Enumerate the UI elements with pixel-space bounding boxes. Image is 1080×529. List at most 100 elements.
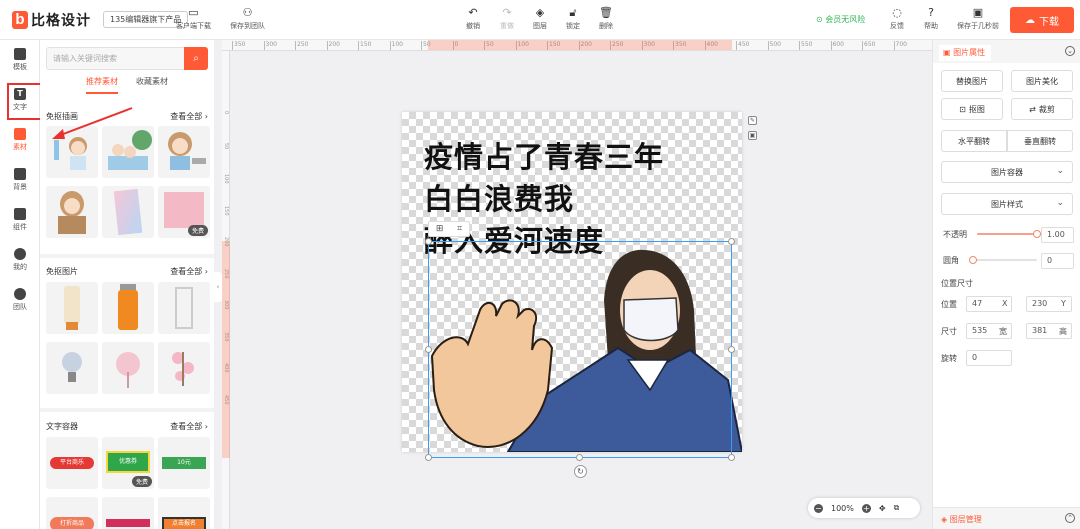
redo-button[interactable]: ↷ 重做 — [500, 6, 514, 31]
logo-mark: b — [12, 10, 28, 29]
rail-item-template[interactable]: 模板 — [0, 48, 40, 72]
flip-vertical-button[interactable]: 垂直翻转 — [1007, 130, 1073, 152]
help-button[interactable]: ? 帮助 — [924, 6, 938, 31]
ruler-tick-label: 50 — [223, 142, 229, 149]
rail-item-component[interactable]: 组件 — [0, 208, 40, 232]
canvas-text-line-2[interactable]: 白白浪费我 — [424, 182, 574, 216]
search-icon[interactable]: ⌕ — [184, 47, 208, 70]
background-icon — [14, 168, 26, 180]
download-button[interactable]: ☁ 下载 — [1010, 7, 1074, 33]
image-container-select[interactable]: 图片容器 ⌄ — [941, 161, 1073, 183]
opacity-slider-knob[interactable] — [1033, 230, 1041, 238]
expand-layers-icon[interactable]: ⌃ — [1065, 513, 1075, 523]
illustration-thumb-3[interactable] — [158, 126, 210, 178]
resize-handle-top-left[interactable] — [425, 238, 432, 245]
container-thumb-6[interactable]: 点击报名 — [158, 497, 210, 529]
resize-handle-bottom[interactable] — [576, 454, 583, 461]
replace-image-icon[interactable]: ⊞ — [436, 224, 444, 234]
flip-horizontal-button[interactable]: 水平翻转 — [941, 130, 1007, 152]
properties-panel: ▣ 图片属性 ⌄ 替换图片 图片美化 ⊡ 抠图 ⇄ 裁剪 水平翻转 垂直翻转 图片容… — [932, 40, 1080, 529]
container-thumb-3[interactable]: 10元 — [158, 437, 210, 489]
replace-image-button[interactable]: 替换图片 — [941, 70, 1003, 92]
image-thumb-1[interactable] — [46, 282, 98, 334]
resize-handle-bottom-right[interactable] — [728, 454, 735, 461]
undo-button[interactable]: ↶ 撤销 — [466, 6, 480, 31]
view-all-images-link[interactable]: 查看全部 › — [170, 266, 208, 277]
lock-icon: 🔓︎ — [569, 6, 577, 19]
ruler-selection-mark — [428, 40, 732, 50]
image-thumb-6[interactable] — [158, 342, 210, 394]
save-to-team-button[interactable]: ⚇ 保存到团队 — [230, 6, 265, 31]
search-input[interactable] — [47, 48, 187, 69]
view-all-containers-link[interactable]: 查看全部 › — [170, 421, 208, 432]
container-thumb-2[interactable]: 优惠券 免费 — [102, 437, 154, 489]
logo[interactable]: b 比格设计 — [12, 10, 91, 30]
layer-manager-label: ◈ 图层管理 — [941, 515, 982, 524]
tab-favorites[interactable]: 收藏素材 — [136, 76, 168, 87]
resize-handle-left[interactable] — [425, 346, 432, 353]
zoom-out-icon[interactable]: − — [814, 503, 823, 513]
image-style-select[interactable]: 图片样式 ⌄ — [941, 193, 1073, 215]
crop-icon[interactable]: ⌗ — [457, 224, 462, 234]
ruler-tick-label: 350 — [231, 41, 246, 50]
container-thumb-4[interactable]: 打折商品 — [46, 497, 98, 529]
orange-bottle-image — [118, 284, 138, 330]
canvas-text-line-1[interactable]: 疫情占了青春三年 — [424, 140, 664, 174]
client-download-button[interactable]: ▭ 客户端下载 — [176, 6, 211, 31]
container-thumb-1[interactable]: 平台商乐 — [46, 437, 98, 489]
rail-item-mine[interactable]: 我的 — [0, 248, 40, 272]
member-risk-link[interactable]: ⊙ 会员无风险 — [816, 14, 865, 25]
illustration-thumb-5[interactable] — [102, 186, 154, 238]
image-thumb-5[interactable] — [102, 342, 154, 394]
ruler-tick-label: 600 — [830, 41, 844, 50]
image-thumb-3[interactable] — [158, 282, 210, 334]
rail-item-background[interactable]: 背景 — [0, 168, 40, 192]
ruler-tick-label: 150 — [223, 205, 229, 216]
illustration-thumb-4[interactable] — [46, 186, 98, 238]
cutout-button[interactable]: ⊡ 抠图 — [941, 98, 1003, 120]
ruler-tick-label: 500 — [767, 41, 781, 50]
crop-button[interactable]: ⇄ 裁剪 — [1011, 98, 1073, 120]
save-status[interactable]: ▣ 保存于几秒前 — [957, 6, 999, 31]
resize-handle-top-right[interactable] — [728, 238, 735, 245]
tab-image-properties[interactable]: ▣ 图片属性 — [939, 45, 992, 61]
resize-handle-right[interactable] — [728, 346, 735, 353]
rotate-icon[interactable]: ↻ — [574, 465, 587, 478]
illustration-thumb-6[interactable]: 免费 — [158, 186, 210, 238]
rail-item-team[interactable]: 团队 — [0, 288, 40, 312]
minimap-icon[interactable]: ⧉ — [894, 503, 900, 513]
collapse-panel-icon[interactable]: ⌄ — [1065, 46, 1075, 56]
fit-screen-icon[interactable]: ✥ — [879, 504, 886, 513]
selection-box[interactable] — [428, 241, 732, 458]
delete-button[interactable]: 🗑︎ 删除 — [599, 6, 613, 31]
rotate-input[interactable]: 0 — [966, 350, 1012, 366]
resize-handle-bottom-left[interactable] — [425, 454, 432, 461]
radius-slider-knob[interactable] — [969, 256, 977, 264]
opacity-slider-fill — [977, 233, 1037, 235]
image-thumb-2[interactable] — [102, 282, 154, 334]
opacity-input[interactable]: 1.00 — [1041, 227, 1074, 243]
layer-button[interactable]: ◈ 图层 — [533, 6, 547, 31]
image-thumb-4[interactable] — [46, 342, 98, 394]
zoom-in-icon[interactable]: + — [861, 503, 871, 513]
container-thumb-5[interactable] — [102, 497, 154, 529]
radius-slider[interactable] — [969, 256, 1037, 264]
horizontal-ruler: 350 300 250 200 150 100 50 0 50 100 150 200 250 300 35… — [222, 40, 932, 51]
team-save-icon: ⚇ — [242, 6, 253, 19]
feedback-button[interactable]: ◌ 反馈 — [890, 6, 904, 31]
canvas-edit-icon[interactable]: ✎ — [748, 116, 757, 125]
panel-collapse-button[interactable]: ‹ — [214, 272, 222, 302]
layer-manager-bar[interactable]: ◈ 图层管理 ⌃ — [933, 507, 1080, 529]
rail-item-material[interactable]: 素材 — [0, 128, 40, 152]
canvas-copy-icon[interactable]: ▣ — [748, 131, 757, 140]
beautify-image-button[interactable]: 图片美化 — [1011, 70, 1073, 92]
zoom-level[interactable]: 100% — [831, 504, 854, 513]
orange-label-banner: 点击报名 — [162, 517, 206, 529]
radius-input[interactable]: 0 — [1041, 253, 1074, 269]
view-all-illustrations-link[interactable]: 查看全部 › — [170, 111, 208, 122]
lock-button[interactable]: 🔓︎ 锁定 — [566, 6, 580, 31]
free-badge: 免费 — [187, 225, 208, 236]
light-bulb-image — [62, 352, 82, 382]
tab-recommended[interactable]: 推荐素材 — [86, 76, 118, 87]
opacity-slider[interactable] — [977, 230, 1041, 238]
